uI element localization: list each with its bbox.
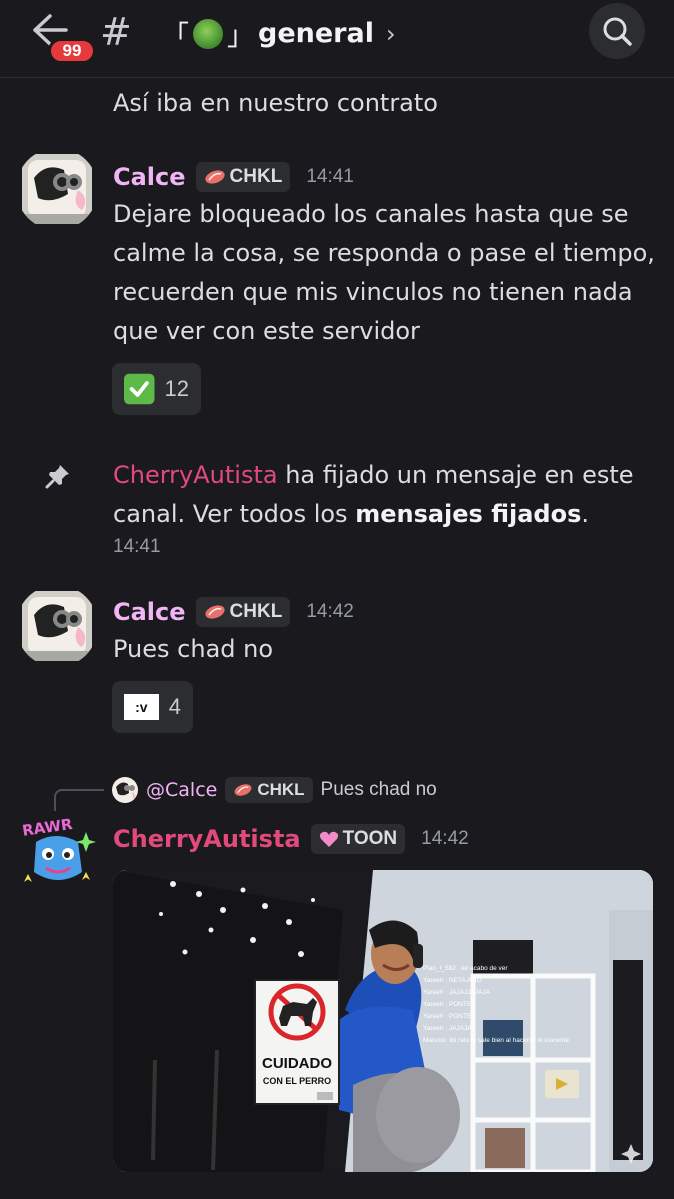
title-bracket-close: 」 — [227, 21, 254, 52]
channel-title[interactable]: 「 」 general › — [162, 14, 396, 53]
reply-role-tag-label: CHKL — [257, 780, 305, 799]
reaction-count: 4 — [168, 694, 181, 719]
role-tag-label: CHKL — [229, 601, 283, 622]
message-author-cherryautista[interactable]: CherryAutista — [113, 825, 301, 853]
message-author-calce[interactable]: Calce — [113, 163, 186, 191]
image-attachment[interactable]: CUIDADO CON EL PERRO Plan_f_582 : ke aca… — [113, 870, 653, 1172]
reply-avatar — [112, 777, 138, 803]
role-tag-label: TOON — [342, 828, 398, 849]
reaction-custom-emoji[interactable]: :v 4 — [112, 681, 193, 733]
message-line: Dejare bloqueado los canales hasta que s… — [113, 200, 629, 228]
reply-author[interactable]: @Calce — [146, 779, 217, 801]
reaction-check[interactable]: 12 — [112, 363, 201, 415]
check-mark-icon — [124, 373, 155, 405]
hash-icon: # — [100, 10, 132, 54]
pin-timestamp: 14:41 — [113, 536, 161, 557]
unread-badge: 99 — [48, 38, 96, 64]
role-tag[interactable]: CHKL — [195, 162, 291, 192]
search-icon — [603, 17, 632, 46]
stream-chat-line: Marussi: Ibi rato le sale bien al hacers… — [423, 1037, 569, 1044]
message-timestamp: 14:41 — [306, 166, 354, 187]
message-line: recuerden que mis vinculos no tienen nad… — [113, 278, 633, 306]
title-bracket-open: 「 — [162, 21, 189, 52]
pin-text-period: . — [581, 500, 590, 528]
avatar-image — [16, 585, 98, 667]
avatar-image: RAWR — [16, 812, 98, 894]
pinned-messages-link[interactable]: mensajes fijados — [355, 500, 581, 528]
tree-emoji-icon — [193, 18, 223, 49]
message-line: calme la cosa, se responda o pase el tie… — [113, 239, 655, 267]
message-timestamp: 14:42 — [421, 828, 469, 849]
reply-text: Pues chad no — [320, 779, 437, 800]
reply-connector — [54, 789, 104, 811]
message-body: Pues chad no — [113, 635, 274, 663]
sign-subtitle: CON EL PERRO — [263, 1076, 331, 1086]
sign-title: CUIDADO — [262, 1055, 332, 1072]
pin-user[interactable]: CherryAutista — [113, 461, 278, 489]
stream-chat-line: Yareeh : NETA AMO — [423, 977, 482, 984]
avatar-image — [16, 148, 98, 230]
search-button[interactable] — [589, 3, 645, 59]
message-author-calce[interactable]: Calce — [113, 598, 186, 626]
continued-message-text: Así iba en nuestro contrato — [113, 89, 438, 117]
pin-text-line2: canal. Ver todos los — [113, 500, 348, 528]
pin-text-line1: ha fijado un mensaje en este — [285, 461, 634, 489]
heart-icon — [319, 831, 338, 847]
channel-name: general — [258, 18, 374, 49]
attachment-photo: CUIDADO CON EL PERRO Plan_f_582 : ke aca… — [113, 870, 653, 1172]
v-emoji-icon: :v — [124, 694, 159, 720]
role-tag[interactable]: TOON — [310, 824, 406, 854]
stream-chat-line: Plan_f_582 : ke acabo de ver — [423, 965, 508, 972]
pin-icon — [44, 462, 72, 494]
avatar-calce[interactable] — [16, 148, 98, 230]
avatar-cherryautista[interactable]: RAWR — [16, 812, 98, 894]
meat-icon — [204, 170, 225, 184]
channel-header: 99 # 「 」 general › — [0, 0, 674, 78]
avatar-calce[interactable] — [16, 585, 98, 667]
meat-icon — [234, 784, 252, 796]
meat-icon — [204, 605, 225, 619]
message-timestamp: 14:42 — [306, 601, 354, 622]
role-tag-label: CHKL — [229, 166, 283, 187]
reply-role-tag: CHKL — [225, 777, 313, 803]
stream-chat-line: Yareeh : JAJAJA — [423, 1025, 472, 1032]
message-body: Dejare bloqueado los canales hasta que s… — [113, 195, 655, 351]
message-line: que ver con este servidor — [113, 317, 420, 345]
chevron-right-icon: › — [385, 19, 396, 48]
role-tag[interactable]: CHKL — [195, 597, 291, 627]
stream-chat-line: Yareeh : PONTE — [423, 1013, 472, 1020]
stream-chat-line: Yareeh : JAJAJJAJAJA — [423, 989, 491, 996]
reaction-count: 12 — [164, 376, 189, 401]
reply-preview[interactable]: @Calce CHKL Pues chad no — [112, 776, 437, 804]
stream-chat-line: Yareeh : PONTE — [423, 1001, 472, 1008]
pin-system-message: CherryAutista ha fijado un mensaje en es… — [113, 456, 653, 534]
